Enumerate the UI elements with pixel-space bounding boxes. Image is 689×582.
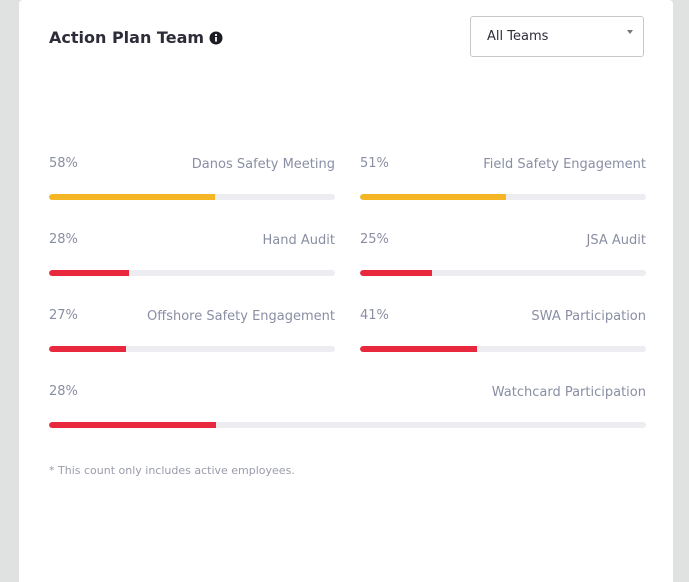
metric-name: Field Safety Engagement xyxy=(483,157,646,172)
progress-track xyxy=(360,194,646,200)
metric-hand-audit: 28% Hand Audit xyxy=(49,232,335,282)
metric-danos-safety-meeting: 58% Danos Safety Meeting xyxy=(49,156,335,206)
metric-percent: 28% xyxy=(49,384,78,399)
card-title-text: Action Plan Team xyxy=(49,28,205,47)
metric-offshore-safety-engagement: 27% Offshore Safety Engagement xyxy=(49,308,335,358)
progress-track xyxy=(49,194,335,200)
metric-percent: 58% xyxy=(49,156,78,171)
progress-track xyxy=(49,422,646,428)
metric-percent: 25% xyxy=(360,232,389,247)
metric-name: Danos Safety Meeting xyxy=(191,157,335,172)
progress-track xyxy=(360,270,646,276)
metric-field-safety-engagement: 51% Field Safety Engagement xyxy=(360,156,646,206)
progress-fill xyxy=(360,270,432,276)
team-select-value: All Teams xyxy=(487,29,549,44)
info-circle-icon[interactable] xyxy=(209,31,223,45)
progress-fill xyxy=(49,422,217,428)
metric-percent: 41% xyxy=(360,308,389,323)
metric-percent: 28% xyxy=(49,232,78,247)
caret-down-icon xyxy=(627,30,633,34)
metric-watchcard-participation: 28% Watchcard Participation xyxy=(49,384,646,434)
metric-percent: 27% xyxy=(49,308,78,323)
metric-swa-participation: 41% SWA Participation xyxy=(360,308,646,358)
action-plan-team-card: Action Plan Team All Teams 58% Danos Saf… xyxy=(19,0,673,582)
metric-name: Offshore Safety Engagement xyxy=(147,309,335,324)
progress-track xyxy=(49,346,335,352)
metric-jsa-audit: 25% JSA Audit xyxy=(360,232,646,282)
progress-track xyxy=(49,270,335,276)
metric-name: Hand Audit xyxy=(262,233,335,248)
metric-name: Watchcard Participation xyxy=(491,385,646,400)
progress-track xyxy=(360,346,646,352)
progress-fill xyxy=(49,194,215,200)
team-select[interactable]: All Teams xyxy=(470,16,644,57)
progress-fill xyxy=(360,346,478,352)
metric-name: JSA Audit xyxy=(586,233,646,248)
footnote: * This count only includes active employ… xyxy=(49,464,295,477)
progress-fill xyxy=(49,270,130,276)
metric-name: SWA Participation xyxy=(531,309,646,324)
card-title: Action Plan Team xyxy=(49,28,223,47)
metric-percent: 51% xyxy=(360,156,389,171)
progress-fill xyxy=(360,194,506,200)
progress-fill xyxy=(49,346,127,352)
